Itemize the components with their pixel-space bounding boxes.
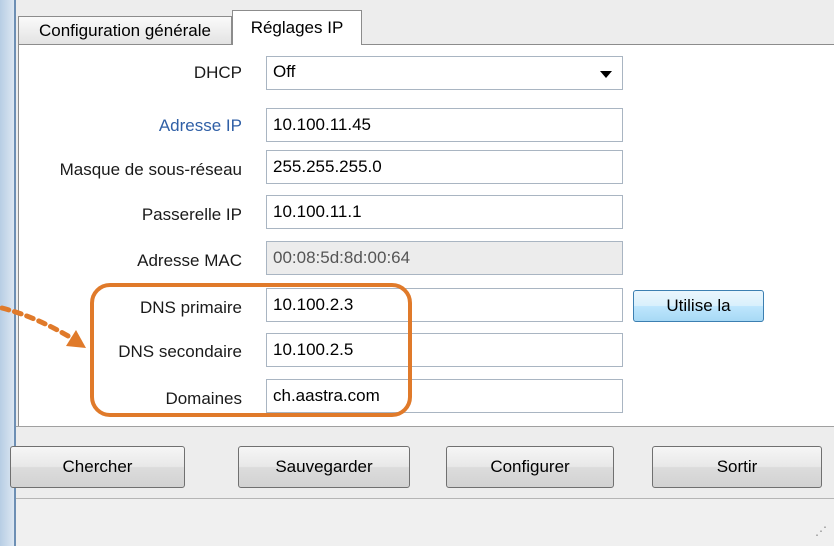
configure-button[interactable]: Configurer xyxy=(446,446,614,488)
gateway-label: Passerelle IP xyxy=(141,205,242,224)
ip-address-field[interactable] xyxy=(266,108,623,142)
dhcp-select[interactable]: Off xyxy=(266,56,623,90)
subnet-mask-field[interactable] xyxy=(266,150,623,184)
subnet-mask-label: Masque de sous-réseau xyxy=(59,160,242,179)
ip-address-label: Adresse IP xyxy=(158,116,242,135)
mac-address-field xyxy=(266,241,623,275)
tab-general-configuration[interactable]: Configuration générale xyxy=(18,16,232,44)
chevron-down-icon[interactable] xyxy=(600,71,612,78)
exit-button[interactable]: Sortir xyxy=(652,446,822,488)
status-bar: ⋰ xyxy=(16,498,834,546)
gateway-field[interactable] xyxy=(266,195,623,229)
save-button[interactable]: Sauvegarder xyxy=(238,446,410,488)
dhcp-label: DHCP xyxy=(193,63,242,82)
mac-address-label: Adresse MAC xyxy=(137,251,242,270)
annotation-highlight-box xyxy=(90,283,412,417)
use-dns-button[interactable]: Utilise la xyxy=(633,290,764,322)
dhcp-selected-value: Off xyxy=(273,62,296,81)
tab-ip-settings[interactable]: Réglages IP xyxy=(232,10,362,45)
search-button[interactable]: Chercher xyxy=(10,446,185,488)
resize-grip-icon[interactable]: ⋰ xyxy=(815,524,827,538)
annotation-arrow-icon xyxy=(0,305,86,348)
separator-line xyxy=(16,426,834,427)
